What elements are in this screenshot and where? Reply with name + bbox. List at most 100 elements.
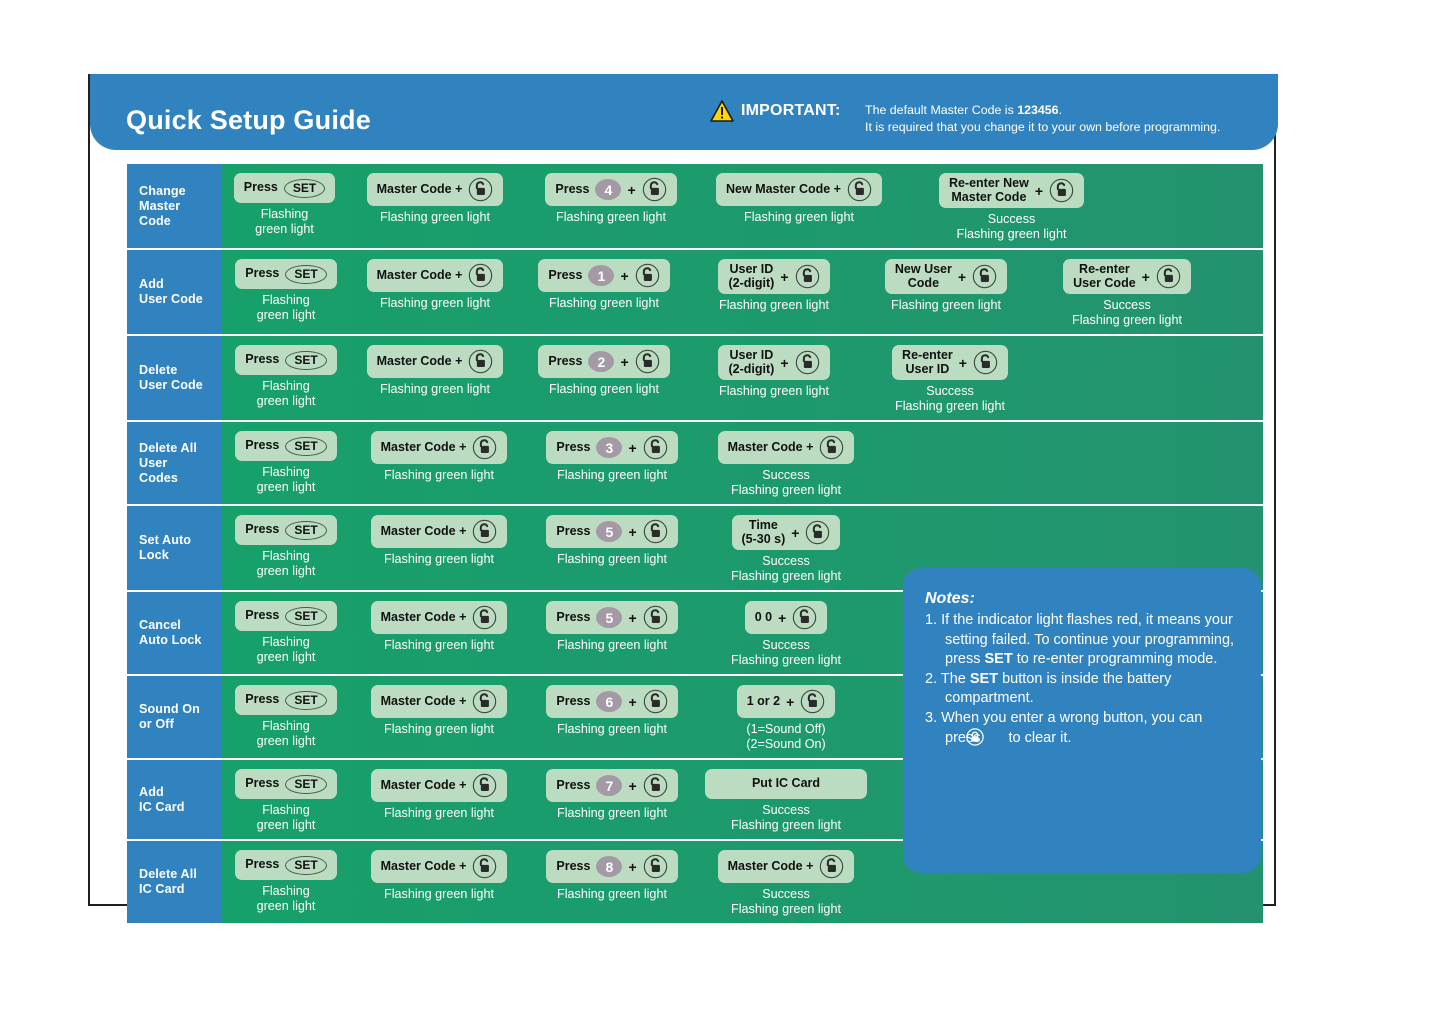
step-pill[interactable]: New User Code + (884, 259, 1008, 294)
step-pill[interactable]: Master Code + (366, 173, 504, 206)
step-pill[interactable]: New Master Code + (716, 173, 882, 206)
unlock-icon[interactable] (472, 605, 497, 630)
unlock-icon[interactable] (643, 773, 668, 798)
step-pill[interactable]: Press 2 + (538, 345, 670, 378)
step-pill[interactable]: Press 7 + (546, 769, 678, 802)
step-text: Re-enter User Code (1073, 262, 1136, 290)
plus-sign: + (627, 181, 636, 198)
digit-key[interactable]: 7 (596, 775, 623, 796)
set-button[interactable]: SET (285, 690, 327, 710)
step-pill[interactable]: Press SET (235, 345, 337, 375)
step-pill[interactable]: Press 1 + (538, 259, 670, 292)
step-pill[interactable]: Time (5-30 s) + (731, 515, 841, 550)
plus-sign: + (1034, 182, 1044, 199)
unlock-icon[interactable] (643, 605, 668, 630)
unlock-icon[interactable] (643, 689, 668, 714)
step-pill[interactable]: Re-enter User ID + (892, 345, 1008, 380)
step-pill[interactable]: Press SET (235, 515, 337, 545)
step-pill[interactable]: Master Code + (366, 259, 504, 292)
step-pill[interactable]: Press SET (235, 601, 337, 631)
step-pill[interactable]: User ID (2-digit) + (718, 345, 830, 380)
set-button[interactable]: SET (283, 178, 326, 198)
unlock-icon[interactable] (819, 854, 844, 879)
unlock-icon[interactable] (635, 263, 660, 288)
digit-key[interactable]: 4 (595, 179, 622, 200)
unlock-icon[interactable] (468, 177, 493, 202)
step-pill[interactable]: Master Code + (717, 431, 855, 464)
step-pill[interactable]: 1 or 2 + (736, 685, 836, 718)
digit-key[interactable]: 5 (596, 521, 623, 542)
digit-key[interactable]: 6 (596, 691, 623, 712)
step-pill[interactable]: Press SET (235, 769, 337, 799)
step-pill[interactable]: Master Code + (370, 685, 508, 718)
step-pill[interactable]: Master Code + (370, 515, 508, 548)
padlock-closed-icon[interactable] (965, 728, 1004, 746)
step-pill[interactable]: Master Code + (717, 850, 855, 883)
unlock-icon[interactable] (973, 350, 998, 375)
step-pill[interactable]: Master Code + (366, 345, 504, 378)
step-pill[interactable]: Press 3 + (546, 431, 678, 464)
table-row: Delete User Code Press SET Flashing green l… (127, 336, 1263, 420)
step-pill[interactable]: Master Code + (370, 850, 508, 883)
set-button[interactable]: SET (285, 436, 327, 456)
set-button[interactable]: SET (285, 855, 327, 875)
step-pill[interactable]: Master Code + (370, 769, 508, 802)
step-text: Press (556, 693, 591, 708)
unlock-icon[interactable] (635, 349, 660, 374)
unlock-icon[interactable] (972, 264, 997, 289)
unlock-icon[interactable] (472, 689, 497, 714)
step-pill[interactable]: Press SET (235, 685, 337, 715)
step-pill[interactable]: Press SET (235, 259, 337, 289)
set-button[interactable]: SET (285, 520, 327, 540)
digit-key[interactable]: 2 (588, 351, 615, 372)
step-pill[interactable]: Master Code + (370, 601, 508, 634)
step-caption: Flashing green light (256, 465, 316, 494)
step-pill[interactable]: Press 6 + (546, 685, 678, 718)
step-pill[interactable]: Put IC Card (705, 769, 867, 799)
unlock-icon[interactable] (800, 689, 825, 714)
digit-key[interactable]: 1 (588, 265, 615, 286)
unlock-icon[interactable] (642, 177, 667, 202)
set-button[interactable]: SET (285, 264, 327, 284)
step-text: Press (556, 523, 591, 538)
unlock-icon[interactable] (1156, 264, 1181, 289)
step-pill[interactable]: Press SET (235, 850, 337, 880)
step-pill[interactable]: Press 5 + (546, 515, 678, 548)
unlock-icon[interactable] (643, 854, 668, 879)
step-pill[interactable]: Press 8 + (546, 850, 678, 883)
step-text: Press (245, 266, 280, 281)
step-pill[interactable]: 0 0 + (744, 601, 828, 634)
unlock-icon[interactable] (468, 263, 493, 288)
note-number: 3. (925, 709, 942, 726)
unlock-icon[interactable] (805, 520, 830, 545)
set-button[interactable]: SET (285, 774, 327, 794)
unlock-icon[interactable] (472, 519, 497, 544)
digit-key[interactable]: 3 (596, 437, 623, 458)
unlock-icon[interactable] (643, 435, 668, 460)
step-pill[interactable]: Re-enter User Code + (1063, 259, 1191, 294)
unlock-icon[interactable] (792, 605, 817, 630)
step-pill[interactable]: Master Code + (370, 431, 508, 464)
unlock-icon[interactable] (1049, 178, 1074, 203)
set-button[interactable]: SET (285, 606, 327, 626)
step-pill[interactable]: Re-enter New Master Code + (938, 173, 1085, 208)
unlock-icon[interactable] (795, 264, 820, 289)
step-pill[interactable]: Press SET (235, 431, 337, 461)
unlock-icon[interactable] (819, 435, 844, 460)
unlock-icon[interactable] (472, 854, 497, 879)
step-pill[interactable]: Press SET (233, 173, 336, 203)
plus-sign: + (628, 523, 637, 540)
unlock-icon[interactable] (847, 177, 872, 202)
unlock-icon[interactable] (468, 349, 493, 374)
unlock-icon[interactable] (472, 435, 497, 460)
unlock-icon[interactable] (795, 350, 820, 375)
digit-key[interactable]: 5 (596, 607, 623, 628)
step-pill[interactable]: User ID (2-digit) + (718, 259, 830, 294)
set-button[interactable]: SET (285, 350, 327, 370)
table-row: Change Master Code Press SET Flashing green… (127, 164, 1263, 248)
digit-key[interactable]: 8 (596, 856, 623, 877)
unlock-icon[interactable] (472, 773, 497, 798)
unlock-icon[interactable] (643, 519, 668, 544)
step-pill[interactable]: Press 5 + (546, 601, 678, 634)
step-pill[interactable]: Press 4 + (545, 173, 677, 206)
